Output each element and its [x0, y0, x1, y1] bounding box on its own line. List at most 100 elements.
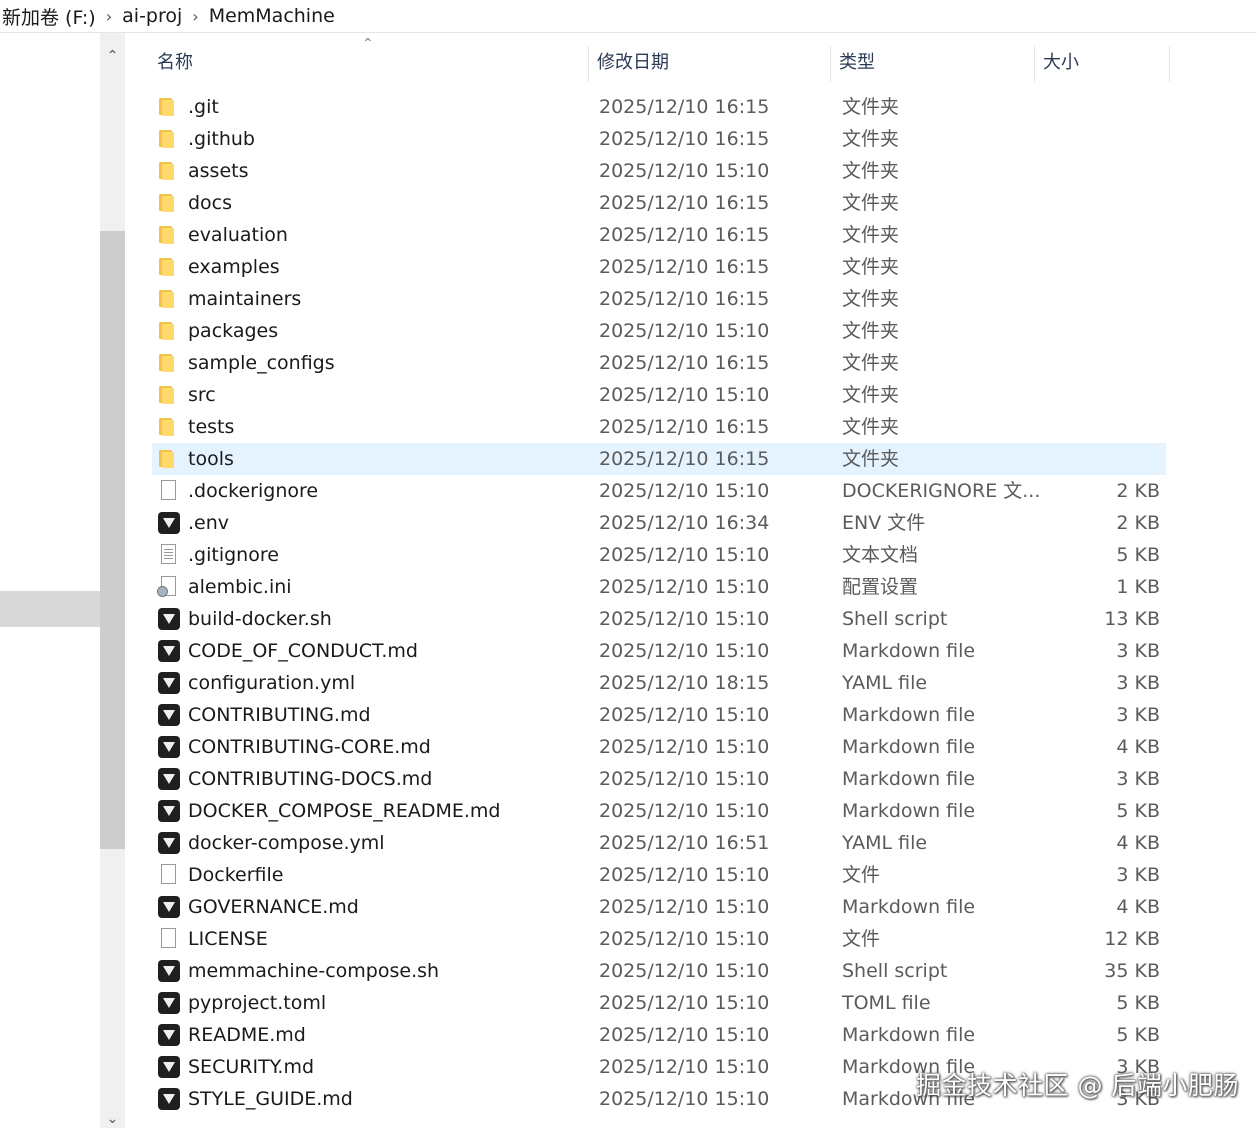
- file-modified-date: 2025/12/10 16:15: [599, 288, 770, 310]
- file-row[interactable]: alembic.ini 2025/12/10 15:10 配置设置 1 KB: [152, 571, 1166, 603]
- file-row[interactable]: CONTRIBUTING.md 2025/12/10 15:10 Markdown …: [152, 699, 1166, 731]
- file-row[interactable]: maintainers 2025/12/10 16:15 文件夹: [152, 283, 1166, 315]
- app-file-icon: [158, 640, 180, 662]
- file-name: LICENSE: [188, 928, 268, 950]
- nav-scrollbar[interactable]: ⌃ ⌄: [100, 33, 125, 1128]
- file-row[interactable]: .git 2025/12/10 16:15 文件夹: [152, 91, 1166, 123]
- column-header-name[interactable]: 名称: [150, 40, 588, 88]
- file-modified-date: 2025/12/10 16:51: [599, 832, 770, 854]
- column-divider[interactable]: [1034, 46, 1035, 82]
- folder-icon: [158, 385, 180, 405]
- file-type: Shell script: [842, 960, 948, 982]
- file-row[interactable]: LICENSE 2025/12/10 15:10 文件 12 KB: [152, 923, 1166, 955]
- file-name: CONTRIBUTING.md: [188, 704, 371, 726]
- file-modified-date: 2025/12/10 15:10: [599, 928, 770, 950]
- breadcrumb-current-folder[interactable]: MemMachine: [205, 5, 339, 27]
- file-row[interactable]: .gitignore 2025/12/10 15:10 文本文档 5 KB: [152, 539, 1166, 571]
- file-modified-date: 2025/12/10 15:10: [599, 960, 770, 982]
- file-name: STYLE_GUIDE.md: [188, 1088, 353, 1110]
- folder-icon: [158, 417, 180, 437]
- file-size: 3 KB: [1116, 672, 1160, 694]
- file-row[interactable]: tools 2025/12/10 16:15 文件夹: [152, 443, 1166, 475]
- file-type: YAML file: [842, 672, 928, 694]
- file-row[interactable]: memmachine-compose.sh 2025/12/10 15:10 She…: [152, 955, 1166, 987]
- column-divider[interactable]: [830, 46, 831, 82]
- file-type: Markdown file: [842, 640, 976, 662]
- chevron-right-icon[interactable]: ›: [186, 7, 204, 26]
- file-row[interactable]: CONTRIBUTING-DOCS.md 2025/12/10 15:10 Mark…: [152, 763, 1166, 795]
- file-row[interactable]: GOVERNANCE.md 2025/12/10 15:10 Markdown fi…: [152, 891, 1166, 923]
- scrollbar-thumb[interactable]: [100, 231, 125, 849]
- folder-icon: [158, 161, 180, 181]
- file-name: alembic.ini: [188, 576, 292, 598]
- file-name: CONTRIBUTING-CORE.md: [188, 736, 431, 758]
- app-file-icon: [158, 800, 180, 822]
- column-divider[interactable]: [588, 46, 589, 82]
- file-row[interactable]: Dockerfile 2025/12/10 15:10 文件 3 KB: [152, 859, 1166, 891]
- file-row[interactable]: README.md 2025/12/10 15:10 Markdown file 5 …: [152, 1019, 1166, 1051]
- file-row[interactable]: sample_configs 2025/12/10 16:15 文件夹: [152, 347, 1166, 379]
- file-row[interactable]: DOCKER_COMPOSE_README.md 2025/12/10 15:10…: [152, 795, 1166, 827]
- file-row[interactable]: build-docker.sh 2025/12/10 15:10 Shell scr…: [152, 603, 1166, 635]
- file-modified-date: 2025/12/10 16:15: [599, 448, 770, 470]
- scroll-up-arrow-icon[interactable]: ⌃: [100, 43, 125, 69]
- file-row[interactable]: examples 2025/12/10 16:15 文件夹: [152, 251, 1166, 283]
- file-size: 5 KB: [1116, 992, 1160, 1014]
- folder-icon: [158, 225, 180, 245]
- column-header: ⌃ 名称 修改日期 类型 大小: [150, 36, 1170, 88]
- file-type: Markdown file: [842, 704, 976, 726]
- file-row[interactable]: .github 2025/12/10 16:15 文件夹: [152, 123, 1166, 155]
- text-file-icon: [161, 544, 176, 564]
- file-row[interactable]: docker-compose.yml 2025/12/10 16:51 YAML f…: [152, 827, 1166, 859]
- file-name: README.md: [188, 1024, 306, 1046]
- file-name: packages: [188, 320, 279, 342]
- file-name: tests: [188, 416, 235, 438]
- file-row[interactable]: packages 2025/12/10 15:10 文件夹: [152, 315, 1166, 347]
- file-modified-date: 2025/12/10 15:10: [599, 704, 770, 726]
- file-modified-date: 2025/12/10 15:10: [599, 800, 770, 822]
- file-row[interactable]: CODE_OF_CONDUCT.md 2025/12/10 15:10 Markdo…: [152, 635, 1166, 667]
- file-size: 35 KB: [1104, 960, 1160, 982]
- file-name: sample_configs: [188, 352, 335, 374]
- column-header-date[interactable]: 修改日期: [590, 40, 830, 88]
- scroll-down-arrow-icon[interactable]: ⌄: [100, 1106, 125, 1132]
- app-file-icon: [158, 896, 180, 918]
- file-type: 文件夹: [842, 384, 900, 406]
- column-divider[interactable]: [1169, 46, 1170, 82]
- file-type: 文件夹: [842, 416, 900, 438]
- file-row[interactable]: pyproject.toml 2025/12/10 15:10 TOML file 5…: [152, 987, 1166, 1019]
- file-type: Shell script: [842, 608, 948, 630]
- breadcrumb-ai-proj[interactable]: ai-proj: [118, 5, 186, 27]
- file-type: 文件夹: [842, 320, 900, 342]
- file-row[interactable]: evaluation 2025/12/10 16:15 文件夹: [152, 219, 1166, 251]
- file-type: 文件夹: [842, 160, 900, 182]
- column-header-size[interactable]: 大小: [1036, 40, 1170, 88]
- file-type: 文件: [842, 928, 881, 950]
- file-row[interactable]: .env 2025/12/10 16:34 ENV 文件 2 KB: [152, 507, 1166, 539]
- nav-selected-item[interactable]: [0, 591, 100, 627]
- column-header-type[interactable]: 类型: [832, 40, 1032, 88]
- breadcrumb: 新加卷 (F:) › ai-proj › MemMachine: [0, 0, 1257, 33]
- file-size: 2 KB: [1116, 512, 1160, 534]
- file-row[interactable]: src 2025/12/10 15:10 文件夹: [152, 379, 1166, 411]
- app-file-icon: [158, 704, 180, 726]
- file-type: 文件夹: [842, 128, 900, 150]
- settings-file-icon: [157, 576, 176, 597]
- file-modified-date: 2025/12/10 16:15: [599, 96, 770, 118]
- file-size: 2 KB: [1116, 480, 1160, 502]
- file-modified-date: 2025/12/10 15:10: [599, 320, 770, 342]
- file-row[interactable]: tests 2025/12/10 16:15 文件夹: [152, 411, 1166, 443]
- file-name: CODE_OF_CONDUCT.md: [188, 640, 418, 662]
- chevron-right-icon[interactable]: ›: [100, 7, 118, 26]
- file-modified-date: 2025/12/10 15:10: [599, 544, 770, 566]
- file-type: 文件: [842, 864, 881, 886]
- file-row[interactable]: CONTRIBUTING-CORE.md 2025/12/10 15:10 Mark…: [152, 731, 1166, 763]
- file-modified-date: 2025/12/10 15:10: [599, 896, 770, 918]
- breadcrumb-drive[interactable]: 新加卷 (F:): [0, 3, 100, 30]
- file-row[interactable]: .dockerignore 2025/12/10 15:10 DOCKERIGNOR…: [152, 475, 1166, 507]
- file-list: .git 2025/12/10 16:15 文件夹 .github 2025/12/10…: [152, 91, 1166, 1115]
- file-row[interactable]: docs 2025/12/10 16:15 文件夹: [152, 187, 1166, 219]
- file-row[interactable]: assets 2025/12/10 15:10 文件夹: [152, 155, 1166, 187]
- file-size: 12 KB: [1104, 928, 1160, 950]
- file-row[interactable]: configuration.yml 2025/12/10 18:15 YAML fi…: [152, 667, 1166, 699]
